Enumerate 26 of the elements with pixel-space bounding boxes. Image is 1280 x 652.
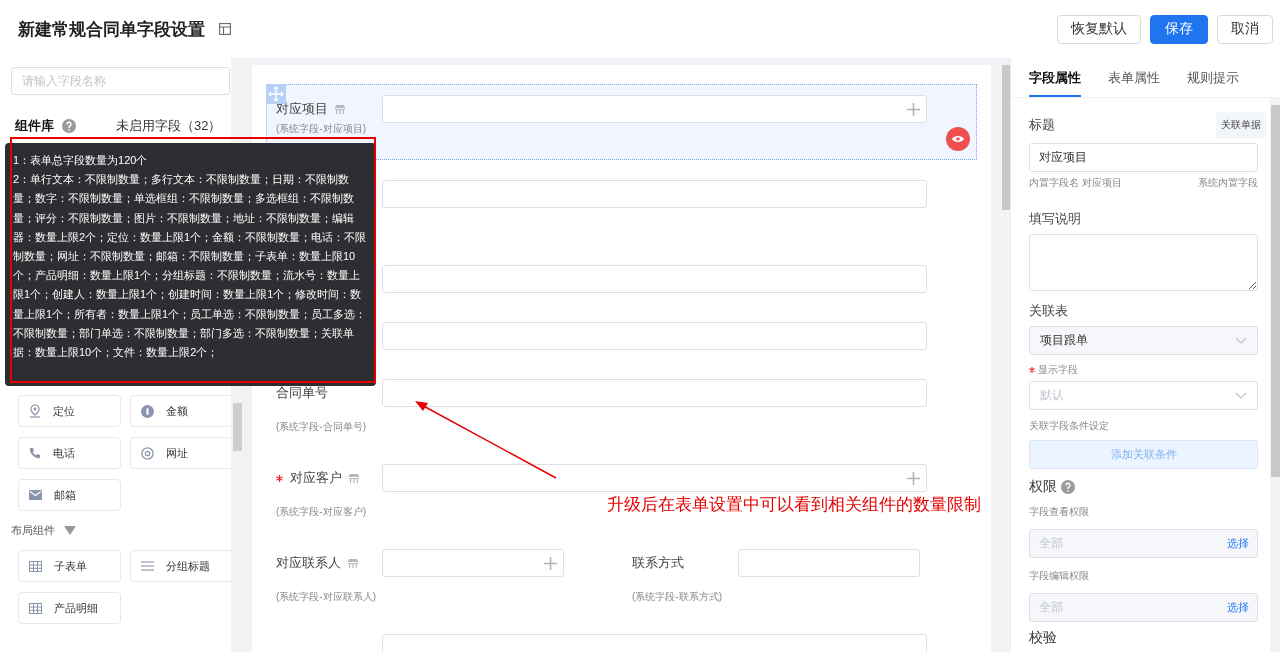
field-label: 显示字段: [1038, 363, 1078, 377]
field-label: 填写说明: [1029, 210, 1082, 228]
field-label: 联系方式: [632, 554, 684, 572]
field-label: 对应联系人: [276, 554, 341, 572]
field-label: 关联字段条件设定: [1029, 419, 1110, 433]
field-label: 标题: [1029, 116, 1055, 134]
field-label: 对应客户: [290, 469, 342, 487]
field-label: 关联表: [1029, 302, 1069, 320]
field-hint: (系统字段-联系方式): [632, 590, 722, 604]
field-hint: (系统字段-对应项目): [276, 123, 366, 135]
section-title: 校验: [1029, 629, 1057, 647]
page-title: 新建常规合同单字段设置: [18, 18, 205, 41]
builtin-name: 内置字段名 对应项目: [1029, 176, 1122, 190]
annotation-text: 升级后在表单设置中可以看到相关组件的数量限制: [607, 494, 981, 516]
field-label: 合同单号: [276, 384, 328, 402]
group-title: 布局组件: [11, 523, 55, 538]
tooltip-text: 1：表单总字段数量为120个: [13, 153, 149, 168]
tooltip-text: 2：单行文本：不限制数量；多行文本：不限制数量；日期：不限制数量；数字：不限制数量；单选框组：不限制数量；多选框组：不限制数量；评分：不限制数量；图片：不限制数量；地址：不限制数量；编辑器：数量上限2个；定位：数量上限1个；金额：不限制数量；电话：不限制数量；网址：不限制数量；邮箱：不限制数量；子表单：数量上限10个；产品明细：数量上限1个；分组标题：不限制数量；流水号：数量上限1个；创建人：数量上限1个；创建时间：数量上限1个；修改时间：数量上限1个；所有者：数量上限1个；员工单选：不限制数量；员工多选：不限制数量；部门单选：不限制数量；部门多选：不限制数量；关联单据：数量上限10个；文件：数量上限2个；: [13, 172, 368, 361]
field-label: 字段查看权限: [1029, 505, 1090, 519]
field-label: 字段编辑权限: [1029, 569, 1090, 583]
field-hint: (系统字段-对应联系人): [276, 590, 376, 604]
field-hint: (系统字段-对应客户): [276, 505, 366, 519]
builtin-tag: 系统内置字段: [1198, 176, 1258, 190]
section-title: 权限: [1029, 478, 1057, 496]
field-hint: (系统字段-合同单号): [276, 420, 366, 434]
field-label: 对应项目: [276, 100, 328, 118]
